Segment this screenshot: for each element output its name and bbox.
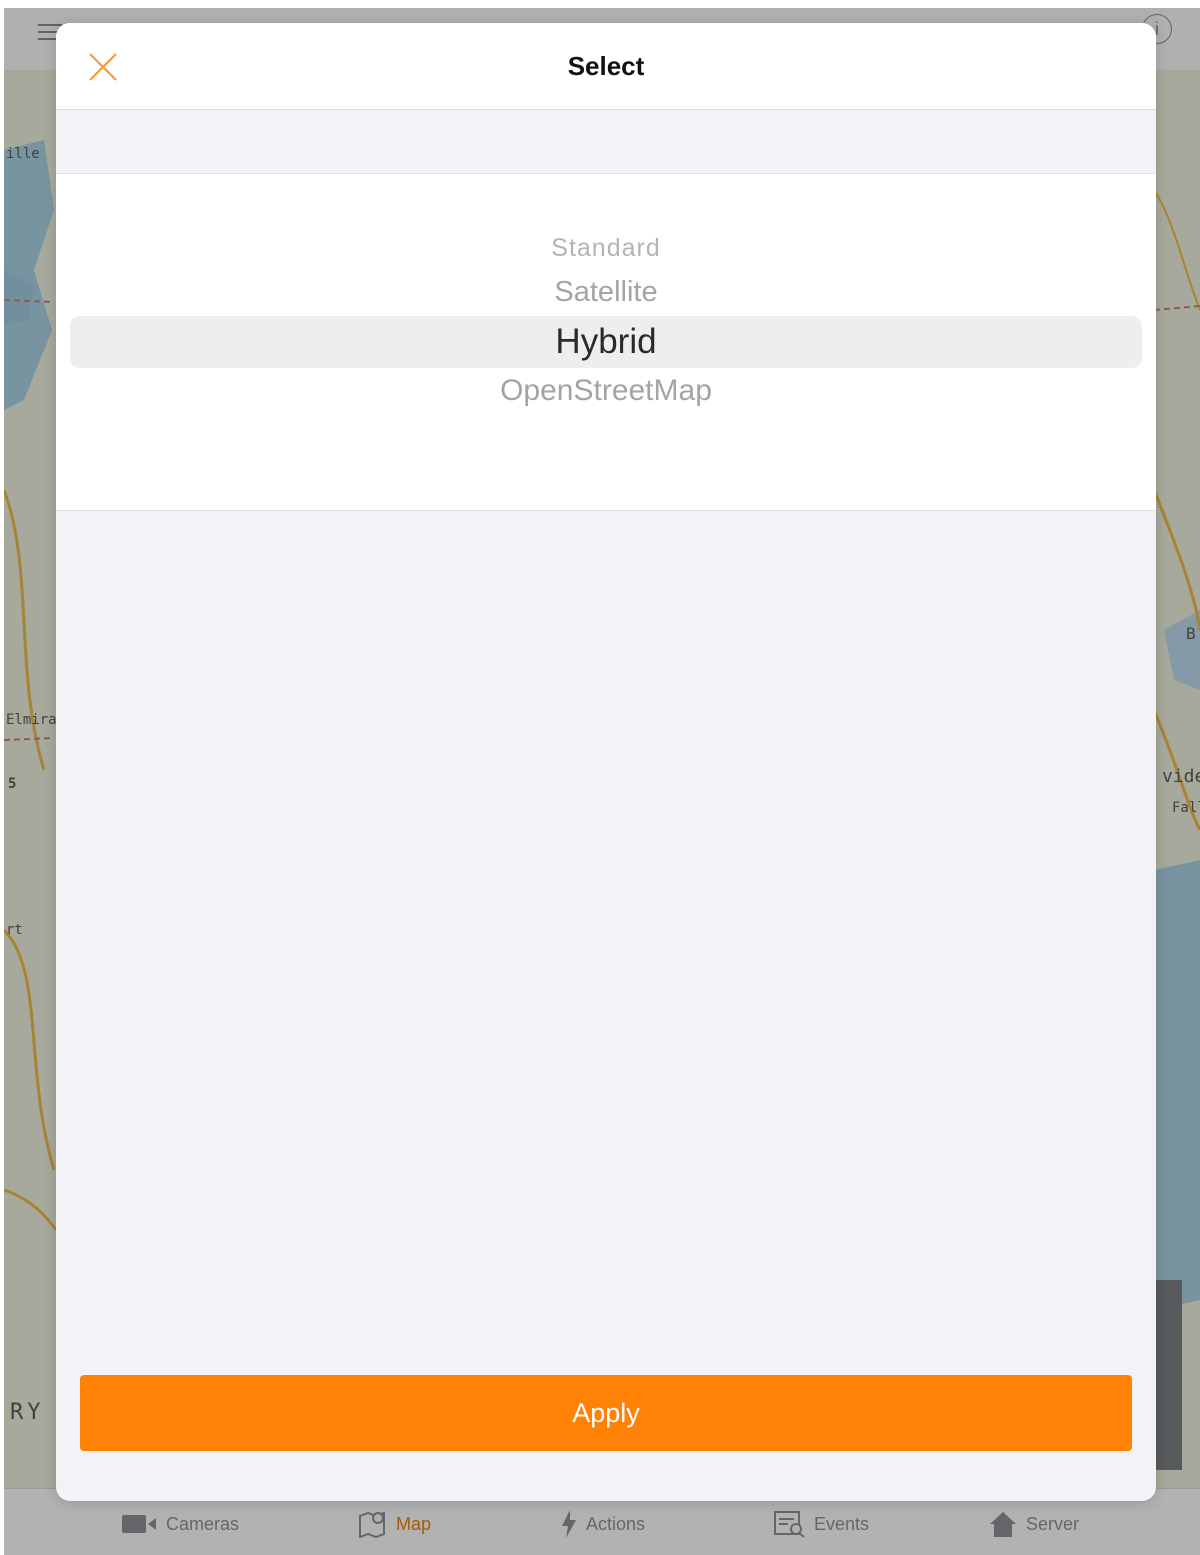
map-type-picker[interactable]: Standard Satellite Hybrid OpenStreetMap bbox=[56, 173, 1156, 511]
picker-option-standard[interactable]: Standard bbox=[56, 234, 1156, 263]
modal-header: Select bbox=[56, 23, 1156, 110]
select-modal: Select Standard Satellite Hybrid OpenStr… bbox=[56, 23, 1156, 1501]
modal-title: Select bbox=[567, 51, 645, 81]
apply-button[interactable]: Apply bbox=[80, 1375, 1132, 1451]
picker-option-openstreetmap[interactable]: OpenStreetMap bbox=[56, 374, 1156, 408]
picker-option-hybrid[interactable]: Hybrid bbox=[56, 322, 1156, 362]
picker-option-satellite[interactable]: Satellite bbox=[56, 276, 1156, 309]
app-screen: i ille Elmira 5 rt RY B viden bbox=[4, 8, 1200, 1555]
